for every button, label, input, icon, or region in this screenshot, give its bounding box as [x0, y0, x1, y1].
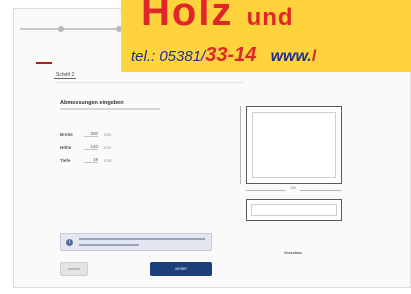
- preview-caption: Vorschau: [284, 250, 302, 255]
- width-input[interactable]: 200: [84, 131, 98, 137]
- front-view-inner-outline: [252, 112, 336, 178]
- front-view-preview: [246, 106, 342, 184]
- width-dimension-label: 200: [286, 186, 300, 191]
- banner-headline-main: Holz: [141, 0, 234, 34]
- height-input[interactable]: 120: [84, 144, 98, 150]
- info-icon: i: [66, 239, 73, 246]
- breadcrumb-dot[interactable]: [58, 26, 64, 32]
- tab-divider: [54, 82, 244, 83]
- back-button[interactable]: zurück: [60, 262, 88, 276]
- field-label: Breite: [60, 131, 73, 137]
- unit-label: mm: [104, 144, 112, 150]
- dimension-row-height: Höhe 120 mm: [60, 143, 112, 151]
- next-button[interactable]: weiter: [150, 262, 212, 276]
- active-tab-indicator: [36, 62, 52, 64]
- banner-contact: tel.: 05381/33-14 www.l: [131, 44, 316, 67]
- depth-input[interactable]: 19: [84, 157, 98, 163]
- form-title: Abmessungen eingeben: [60, 100, 124, 106]
- form-subtitle-line: [60, 108, 160, 110]
- phone-number: 33-14: [205, 44, 257, 66]
- unit-label: mm: [104, 131, 112, 137]
- website-rest: l: [311, 48, 317, 65]
- banner-headline: Holz und: [141, 0, 294, 35]
- step-tabs: Schritt 2: [54, 70, 90, 80]
- website-link[interactable]: www.l: [271, 48, 317, 65]
- phone-prefix: tel.: 05381/: [131, 48, 206, 65]
- dimension-row-width: Breite 200 mm: [60, 130, 112, 138]
- field-label: Höhe: [60, 144, 72, 150]
- info-text-line: [79, 238, 205, 240]
- website-prefix: www.: [270, 48, 312, 65]
- top-view-preview: [246, 199, 342, 221]
- field-label: Tiefe: [60, 157, 71, 163]
- tab-step-2[interactable]: Schritt 2: [54, 72, 77, 79]
- top-view-inner-outline: [251, 204, 337, 216]
- height-dimension-line: [240, 106, 241, 184]
- breadcrumb-bar: [20, 26, 130, 32]
- banner-headline-small: und: [246, 4, 294, 31]
- info-text-line: [79, 244, 139, 246]
- ad-banner[interactable]: Holz und tel.: 05381/33-14 www.l: [121, 0, 411, 72]
- unit-label: mm: [104, 157, 112, 163]
- info-notice: i: [60, 233, 212, 251]
- dimension-row-depth: Tiefe 19 mm: [60, 156, 112, 164]
